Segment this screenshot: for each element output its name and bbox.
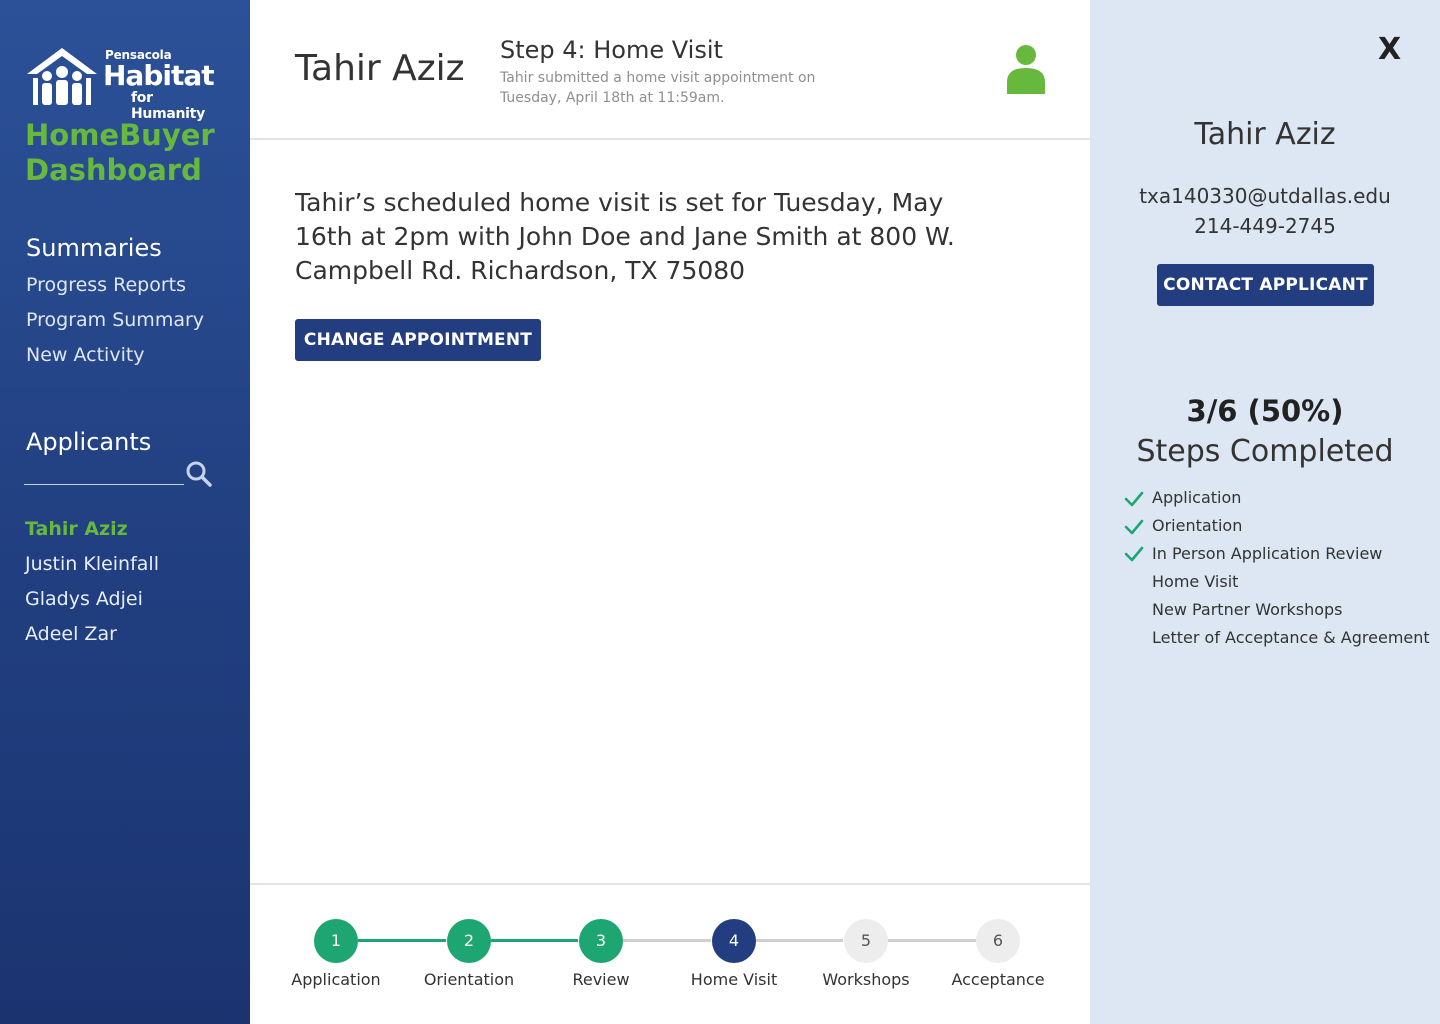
check-icon bbox=[1124, 546, 1144, 562]
connector-1-2 bbox=[358, 939, 446, 942]
step-5-circle[interactable]: 5 bbox=[844, 919, 888, 963]
step-title: Step 4: Home Visit bbox=[500, 36, 723, 64]
connector-5-6 bbox=[888, 939, 976, 942]
connector-2-3 bbox=[491, 939, 578, 942]
change-appointment-button[interactable]: CHANGE APPOINTMENT bbox=[295, 319, 541, 361]
step-subtitle: Tahir submitted a home visit appointment… bbox=[500, 70, 816, 106]
applicant-gladys-adjei[interactable]: Gladys Adjei bbox=[25, 588, 143, 610]
applicant-search-input[interactable] bbox=[24, 484, 184, 485]
dashboard-title-line2: Dashboard bbox=[25, 153, 202, 187]
logo-org-name: Habitat bbox=[103, 59, 215, 92]
step-3-label: Review bbox=[572, 970, 630, 989]
dashboard-title: HomeBuyer Dashboard bbox=[25, 118, 215, 188]
nav-program-summary[interactable]: Program Summary bbox=[26, 309, 204, 331]
checklist-item-label: In Person Application Review bbox=[1152, 544, 1383, 563]
step-3-circle[interactable]: 3 bbox=[579, 919, 623, 963]
checklist-item-label: Orientation bbox=[1152, 516, 1243, 535]
steps-completed-label: Steps Completed bbox=[1136, 434, 1394, 469]
close-panel-button[interactable]: X bbox=[1378, 32, 1404, 67]
check-icon bbox=[1124, 491, 1144, 507]
applicant-name: Tahir Aziz bbox=[295, 48, 465, 89]
step-2-label: Orientation bbox=[423, 970, 515, 989]
step-2-circle[interactable]: 2 bbox=[447, 919, 491, 963]
connector-3-4 bbox=[623, 939, 711, 942]
nav-progress-reports[interactable]: Progress Reports bbox=[26, 274, 186, 296]
applicant-header: Tahir Aziz Step 4: Home Visit Tahir subm… bbox=[250, 0, 1090, 140]
applicant-justin-kleinfall[interactable]: Justin Kleinfall bbox=[25, 553, 159, 575]
step-progress-tracker: 1 2 3 4 5 6 Application Orientation Revi… bbox=[250, 883, 1090, 1024]
step-5-label: Workshops bbox=[822, 970, 910, 989]
applicant-adeel-zar[interactable]: Adeel Zar bbox=[25, 623, 117, 645]
checklist-item-label: Application bbox=[1152, 488, 1242, 507]
applicant-tahir-aziz[interactable]: Tahir Aziz bbox=[25, 518, 128, 540]
step-4-label: Home Visit bbox=[690, 970, 778, 989]
home-visit-details: Tahir’s scheduled home visit is set for … bbox=[295, 188, 955, 285]
user-profile-icon[interactable] bbox=[1005, 44, 1047, 96]
summaries-heading: Summaries bbox=[26, 234, 162, 262]
habitat-logo: Pensacola Habitat for Humanity bbox=[25, 46, 215, 122]
step-6-circle[interactable]: 6 bbox=[976, 919, 1020, 963]
step-4-circle[interactable]: 4 bbox=[712, 919, 756, 963]
search-icon[interactable] bbox=[185, 460, 213, 488]
steps-completed-count: 3/6 (50%) bbox=[1186, 394, 1344, 428]
contact-applicant-button[interactable]: CONTACT APPLICANT bbox=[1157, 264, 1374, 306]
checklist-item-label: New Partner Workshops bbox=[1152, 600, 1343, 619]
applicant-detail-panel: X Tahir Aziz txa140330@utdallas.edu 214-… bbox=[1090, 0, 1440, 1024]
applicants-heading: Applicants bbox=[26, 428, 152, 456]
panel-applicant-name: Tahir Aziz bbox=[1194, 117, 1336, 152]
connector-4-5 bbox=[756, 939, 843, 942]
check-icon bbox=[1124, 519, 1144, 535]
checklist-item-label: Home Visit bbox=[1152, 572, 1239, 591]
dashboard-title-line1: HomeBuyer bbox=[25, 118, 215, 152]
checklist-item-label: Letter of Acceptance & Agreement bbox=[1152, 628, 1430, 647]
habitat-house-icon bbox=[27, 48, 97, 105]
step-1-label: Application bbox=[291, 970, 381, 989]
step-6-label: Acceptance bbox=[951, 970, 1045, 989]
sidebar: Pensacola Habitat for Humanity HomeBuyer… bbox=[0, 0, 250, 1024]
panel-applicant-email: txa140330@utdallas.edu bbox=[1139, 184, 1391, 208]
step-1-circle[interactable]: 1 bbox=[314, 919, 358, 963]
panel-applicant-phone: 214-449-2745 bbox=[1194, 214, 1336, 238]
nav-new-activity[interactable]: New Activity bbox=[26, 344, 145, 366]
